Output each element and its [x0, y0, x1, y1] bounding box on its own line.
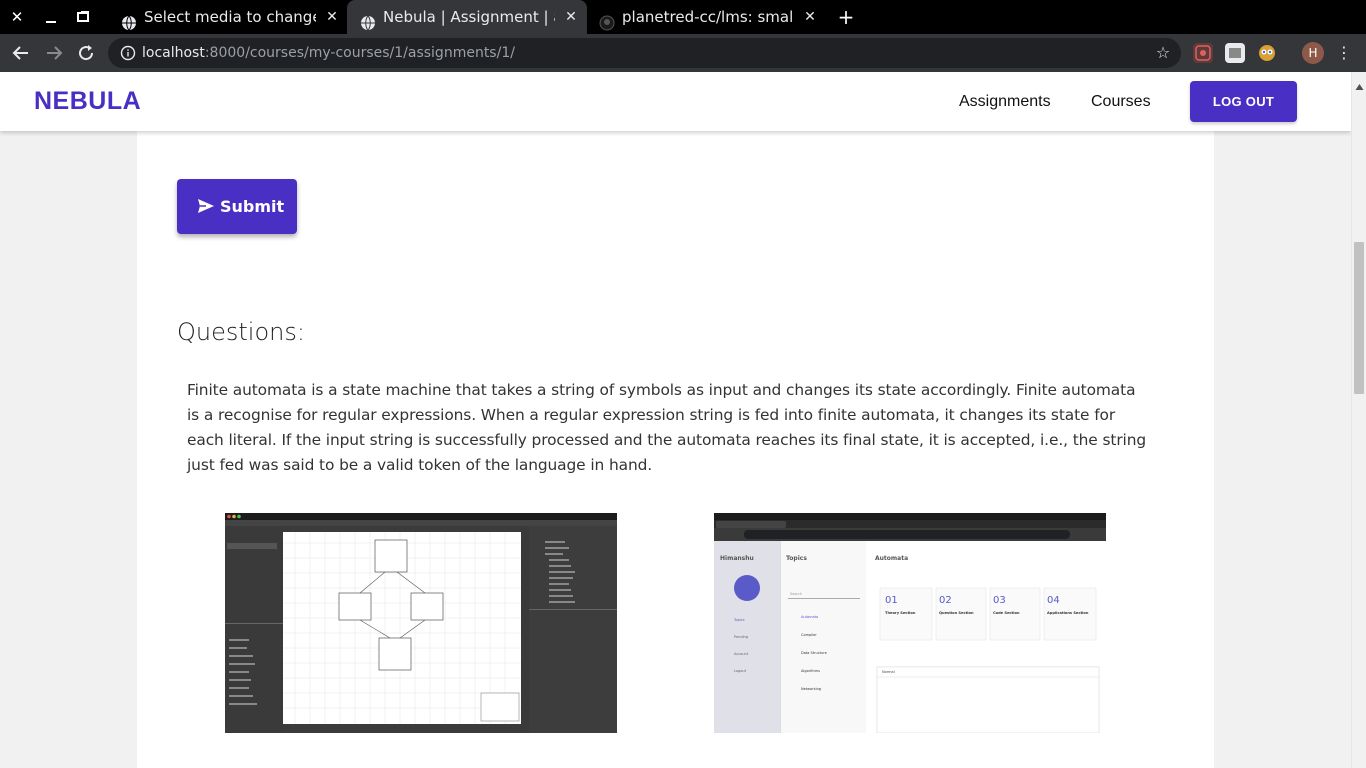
shot2-sidebar-account: Account	[734, 652, 749, 656]
nav-courses-link[interactable]: Courses	[1091, 72, 1151, 131]
shot2-search: Search	[790, 592, 803, 596]
bookmark-star-icon[interactable]: ☆	[1153, 43, 1173, 63]
logout-button[interactable]: LOG OUT	[1190, 81, 1297, 122]
close-tab-icon[interactable]: ✕	[802, 9, 818, 25]
submit-button[interactable]: Submit	[177, 179, 297, 234]
close-tab-icon[interactable]: ✕	[563, 9, 579, 25]
browser-tab-bar: ✕ Select media to change | D ✕ Nebula | …	[0, 0, 1366, 34]
close-window-icon[interactable]: ✕	[7, 7, 27, 27]
shot2-main-title: Automata	[875, 555, 909, 562]
page-viewport: NEBULA Assignments Courses LOG OUT Submi…	[0, 72, 1351, 768]
nav-assignments-link[interactable]: Assignments	[959, 72, 1051, 131]
forward-arrow-icon[interactable]	[43, 42, 65, 64]
send-icon	[197, 198, 215, 214]
browser-toolbar: localhost:8000/courses/my-courses/1/assi…	[0, 34, 1366, 72]
url-host: localhost	[142, 45, 205, 61]
shot2-sidebar-pending: Pending	[734, 635, 748, 639]
uml-diagram-screenshot[interactable]	[225, 513, 617, 733]
app-header: NEBULA Assignments Courses LOG OUT	[0, 72, 1351, 131]
shot2-editor-format: Normal	[882, 670, 895, 674]
profile-avatar[interactable]: H	[1302, 42, 1324, 64]
scroll-up-arrow-icon[interactable]	[1355, 76, 1364, 90]
tab-planetred-lms[interactable]: planetred-cc/lms: small im ✕	[586, 0, 826, 34]
page-scrollbar[interactable]	[1351, 72, 1366, 768]
shot2-topics-title: Topics	[786, 555, 807, 562]
reload-icon[interactable]	[75, 42, 97, 64]
info-icon[interactable]	[120, 45, 136, 61]
shot2-user-name: Himanshu	[720, 555, 754, 562]
questions-heading: Questions:	[177, 318, 305, 346]
shot2-topic-networking: Networking	[801, 687, 822, 691]
nebula-app-screenshot[interactable]: Himanshu Topics Automata Search Topics P…	[714, 513, 1106, 733]
submit-label: Submit	[220, 197, 285, 216]
globe-icon	[121, 9, 137, 31]
question-text: Finite automata is a state machine that …	[187, 381, 1147, 474]
shot2-section-num: 01	[885, 595, 898, 606]
shot2-section-title: Question Section	[939, 611, 974, 615]
shot2-topic-data-structure: Data Structure	[801, 651, 827, 655]
new-tab-button[interactable]: +	[836, 7, 856, 27]
extension-record-icon[interactable]	[1193, 43, 1213, 63]
minimize-window-icon[interactable]	[41, 7, 61, 27]
extension-owl-icon[interactable]	[1257, 43, 1277, 63]
shot2-sidebar-logout: Logout	[734, 669, 746, 673]
shot2-sidebar-topics: Topics	[734, 618, 745, 622]
shot2-topic-automata: Automata	[801, 615, 819, 619]
url-path: :8000/courses/my-courses/1/assignments/1…	[204, 45, 515, 61]
tab-title: Nebula | Assignment | ass	[383, 8, 555, 26]
github-icon	[599, 9, 615, 31]
extension-puzzle-icon[interactable]	[1225, 43, 1245, 63]
tab-title: planetred-cc/lms: small im	[622, 8, 794, 26]
brand-logo[interactable]: NEBULA	[34, 72, 141, 131]
tab-title: Select media to change | D	[144, 8, 316, 26]
shot2-section-title: Theory Section	[885, 611, 916, 615]
scrollbar-thumb[interactable]	[1354, 242, 1364, 394]
tab-nebula-assignment[interactable]: Nebula | Assignment | ass ✕	[347, 0, 587, 34]
shot2-section-title: Code Section	[993, 611, 1020, 615]
shot2-section-num: 04	[1047, 595, 1060, 606]
shot2-section-title: Applications Section	[1047, 611, 1089, 615]
browser-menu-icon[interactable]: ⋮	[1336, 42, 1352, 64]
shot2-section-num: 03	[993, 595, 1006, 606]
close-tab-icon[interactable]: ✕	[324, 9, 340, 25]
shot2-section-num: 02	[939, 595, 952, 606]
url-text: localhost:8000/courses/my-courses/1/assi…	[142, 38, 515, 68]
globe-icon	[360, 9, 376, 31]
shot2-topic-compiler: Compiler	[801, 633, 817, 637]
address-bar[interactable]: localhost:8000/courses/my-courses/1/assi…	[108, 38, 1181, 68]
back-arrow-icon[interactable]	[10, 42, 32, 64]
tab-select-media[interactable]: Select media to change | D ✕	[108, 0, 348, 34]
restore-window-icon[interactable]	[73, 7, 93, 27]
shot2-topic-algorithms: Algorithms	[801, 669, 820, 673]
